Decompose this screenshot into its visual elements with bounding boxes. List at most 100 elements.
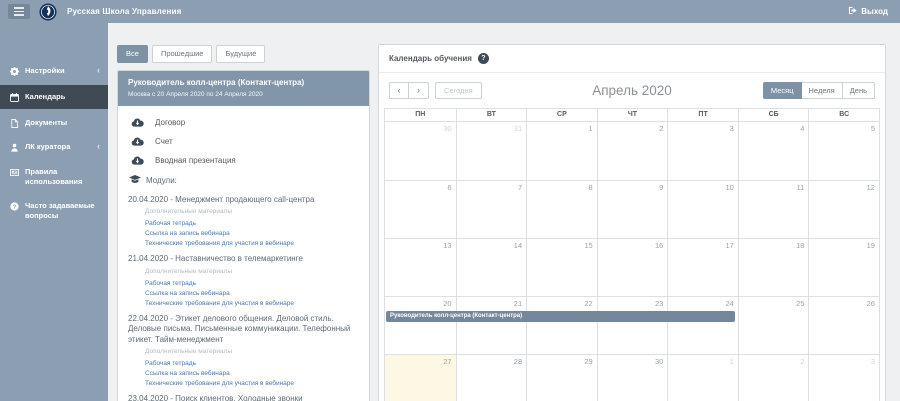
calendar-day-cell[interactable]: 28 [456, 355, 527, 401]
download-link[interactable]: Договор [128, 113, 359, 132]
view-switcher: МесяцНеделяДень [763, 82, 875, 99]
next-month-button[interactable]: › [409, 82, 429, 99]
rules-icon [10, 168, 21, 177]
day-number: 18 [739, 239, 809, 250]
course-header[interactable]: Руководитель колл-центра (Контакт-центра… [118, 71, 369, 106]
module-link[interactable]: Технические требования для участия в веб… [145, 240, 359, 247]
calendar-day-cell[interactable]: 1 [667, 355, 738, 401]
calendar-day-cell[interactable]: 22 [526, 297, 597, 354]
calendar-day-cell[interactable]: 8 [526, 181, 597, 238]
prev-month-button[interactable]: ‹ [389, 82, 409, 99]
day-number: 8 [527, 181, 597, 192]
module-item: 23.04.2020 - Поиск клиентов. Холодные зв… [128, 394, 359, 401]
calendar-day-cell[interactable]: 13 [385, 239, 456, 296]
module-link[interactable]: Ссылка на запись вебинара [145, 230, 359, 237]
calendar-day-cell[interactable]: 25 [738, 297, 809, 354]
module-link[interactable]: Технические требования для участия в веб… [145, 380, 359, 387]
day-number: 24 [668, 297, 738, 308]
module-links: Дополнительные материалыРабочая тетрадьС… [145, 208, 359, 247]
sidebar-item-rules[interactable]: Правила использования [0, 162, 108, 192]
day-number: 13 [385, 239, 456, 250]
calendar-day-cell[interactable]: 15 [526, 239, 597, 296]
calendar-day-cell[interactable]: 21 [456, 297, 527, 354]
calendar-day-cell[interactable]: 23 [597, 297, 668, 354]
sidebar-item-document[interactable]: Документы [0, 113, 108, 133]
module-title: 21.04.2020 - Наставничество в телемаркет… [128, 254, 359, 264]
view-button-Месяц[interactable]: Месяц [763, 82, 802, 99]
view-button-Неделя[interactable]: Неделя [802, 82, 843, 99]
calendar-day-cell[interactable]: 7 [456, 181, 527, 238]
calendar-day-cell[interactable]: 24 [667, 297, 738, 354]
download-label: Вводная презентация [155, 156, 236, 165]
calendar-day-cell[interactable]: 1 [526, 122, 597, 180]
module-title: 22.04.2020 - Этикет делового общения. Де… [128, 314, 359, 345]
help-icon[interactable]: ? [478, 53, 489, 64]
calendar-day-cell[interactable]: 17 [667, 239, 738, 296]
modules-heading: Модули: [128, 170, 359, 188]
sidebar-item-label: Настройки [25, 66, 95, 76]
day-header: ПТ [667, 109, 738, 121]
module-link[interactable]: Ссылка на запись вебинара [145, 290, 359, 297]
tab-Все[interactable]: Все [117, 45, 148, 63]
calendar-day-cell[interactable]: 12 [808, 181, 879, 238]
sidebar-item-gear[interactable]: Настройки‹ [0, 61, 108, 81]
calendar-day-cell[interactable]: 5 [808, 122, 879, 180]
calendar-day-cell[interactable]: 16 [597, 239, 668, 296]
calendar-day-cell[interactable]: 3 [808, 355, 879, 401]
day-number: 12 [809, 181, 879, 192]
tab-Прошедшие[interactable]: Прошедшие [152, 45, 213, 63]
calendar-day-cell[interactable]: 29 [526, 355, 597, 401]
day-number: 6 [385, 181, 456, 192]
calendar-day-cell[interactable]: 18 [738, 239, 809, 296]
day-number: 3 [668, 122, 738, 133]
module-link[interactable]: Рабочая тетрадь [145, 280, 359, 287]
logout-icon [848, 6, 857, 17]
day-number: 10 [668, 181, 738, 192]
question-icon: ? [10, 202, 21, 211]
calendar-day-cell[interactable]: 20 [385, 297, 456, 354]
sidebar-item-question[interactable]: ?Часто задаваемые вопросы [0, 196, 108, 226]
calendar-day-cell[interactable]: 6 [385, 181, 456, 238]
calendar-day-cell[interactable]: 3 [667, 122, 738, 180]
day-number: 14 [457, 239, 527, 250]
download-link[interactable]: Счет [128, 132, 359, 151]
calendar-day-cell[interactable]: 19 [808, 239, 879, 296]
day-number: 25 [739, 297, 809, 308]
calendar-day-cell[interactable]: 4 [738, 122, 809, 180]
day-number: 21 [457, 297, 527, 308]
calendar-day-cell[interactable]: 30 [385, 122, 456, 180]
module-item: 20.04.2020 - Менеджмент продающего call-… [128, 195, 359, 247]
module-link[interactable]: Рабочая тетрадь [145, 220, 359, 227]
menu-toggle-button[interactable] [8, 4, 30, 19]
user-icon [10, 143, 21, 152]
download-link[interactable]: Вводная презентация [128, 151, 359, 170]
calendar-day-cell[interactable]: 10 [667, 181, 738, 238]
calendar-day-cell[interactable]: 30 [597, 355, 668, 401]
calendar-day-cell[interactable]: 2 [738, 355, 809, 401]
day-number: 1 [668, 355, 738, 366]
module-link[interactable]: Технические требования для участия в веб… [145, 300, 359, 307]
sidebar-item-label: Правила использования [25, 167, 100, 187]
calendar-day-cell[interactable]: 14 [456, 239, 527, 296]
brand-title: Русская Школа Управления [67, 7, 182, 16]
calendar-day-cell-today[interactable]: 27 [385, 355, 456, 401]
day-number: 16 [598, 239, 668, 250]
day-number: 9 [598, 181, 668, 192]
module-link[interactable]: Ссылка на запись вебинара [145, 370, 359, 377]
calendar-day-cell[interactable]: 2 [597, 122, 668, 180]
calendar-day-cell[interactable]: 11 [738, 181, 809, 238]
calendar-day-cell[interactable]: 26 [808, 297, 879, 354]
calendar-day-cell[interactable]: 31 [456, 122, 527, 180]
course-filter-tabs: ВсеПрошедшиеБудущие [117, 45, 370, 63]
today-button[interactable]: Сегодня [435, 82, 482, 99]
module-link[interactable]: Рабочая тетрадь [145, 360, 359, 367]
logout-button[interactable]: Выход [848, 6, 888, 17]
day-number: 3 [809, 355, 879, 366]
calendar-event-bar[interactable]: Руководитель колл-центра (Контакт-центра… [386, 311, 735, 322]
view-button-День[interactable]: День [843, 82, 875, 99]
calendar-grid: ПНВТСРЧТПТСБВС 3031123456789101112131415… [384, 108, 880, 401]
sidebar-item-user[interactable]: ЛК куратора‹ [0, 137, 108, 157]
tab-Будущие[interactable]: Будущие [216, 45, 265, 63]
calendar-day-cell[interactable]: 9 [597, 181, 668, 238]
sidebar-item-calendar[interactable]: Календарь [0, 85, 108, 109]
